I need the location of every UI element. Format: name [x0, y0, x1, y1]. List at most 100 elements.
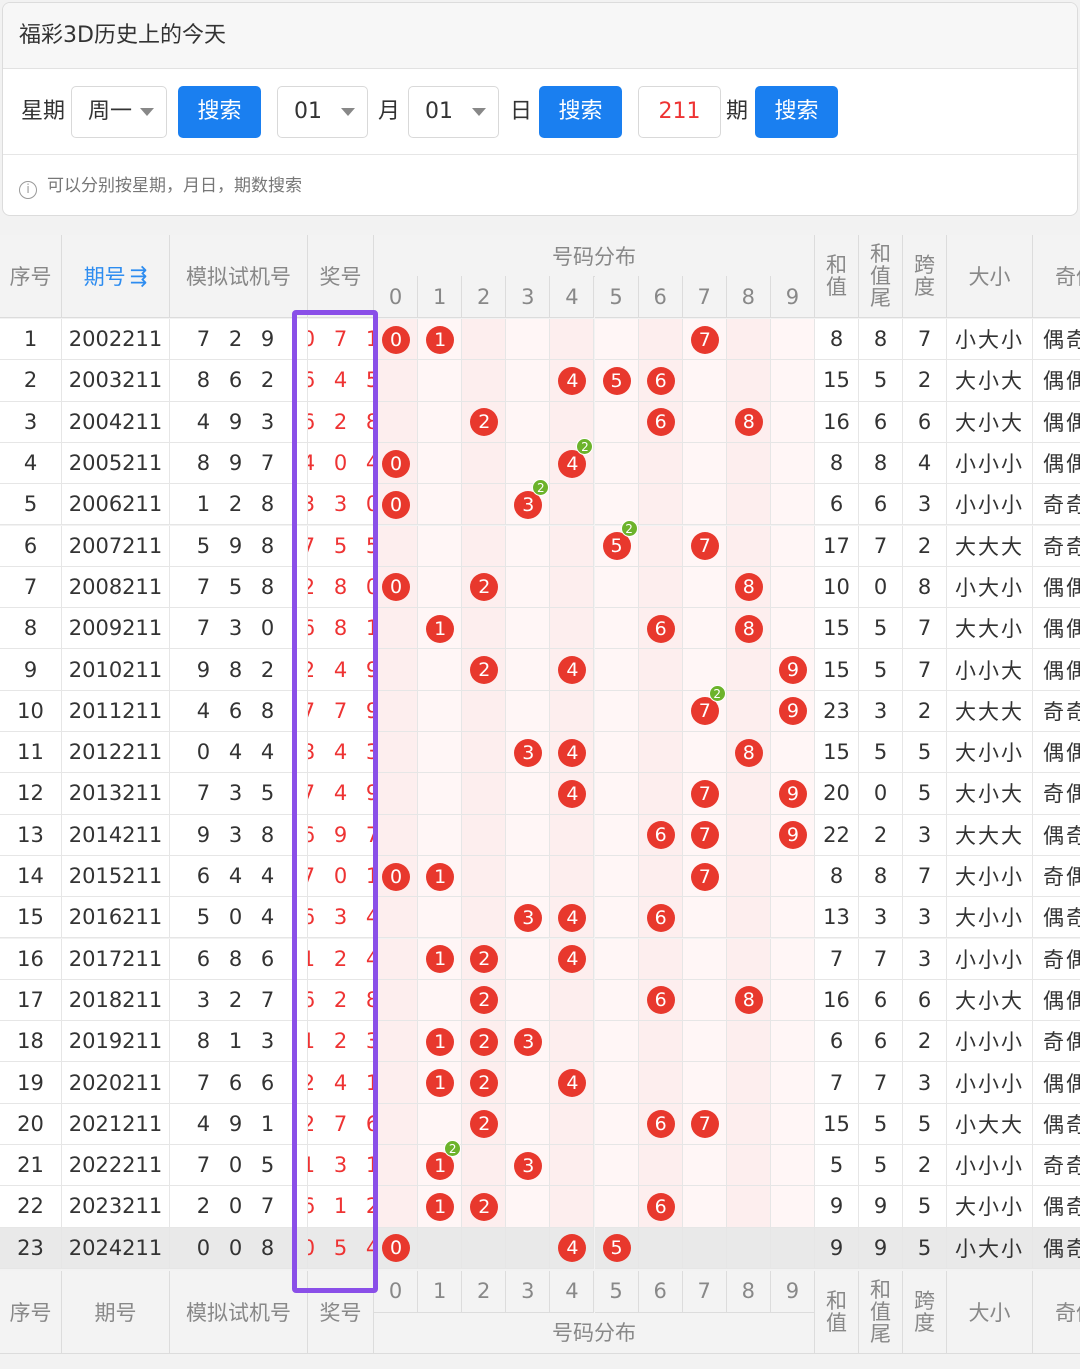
row-sum-tail: 0 — [859, 566, 903, 609]
dist-cell-1 — [418, 690, 463, 732]
dist-cell-1: 1 — [418, 608, 463, 650]
dist-cell-9 — [770, 938, 815, 980]
row-sim: 7 2 9 — [170, 319, 308, 361]
row-sum: 15 — [815, 649, 859, 691]
dist-cell-5 — [594, 1186, 639, 1228]
row-size: 小小小 — [947, 1145, 1033, 1187]
dist-cell-3: 3 — [506, 1145, 551, 1187]
row-sum-tail: 5 — [859, 1103, 903, 1145]
dist-cell-6: 6 — [638, 401, 683, 443]
row-sum-tail: 6 — [859, 979, 903, 1022]
row-sum: 13 — [815, 897, 859, 939]
row-sim: 5 0 4 — [170, 897, 308, 939]
dist-cell-1: 1 — [418, 855, 463, 898]
month-select[interactable]: 01 — [277, 86, 368, 138]
weekday-label: 星期 — [21, 99, 66, 124]
row-sum-tail: 5 — [859, 1145, 903, 1187]
number-ball: 1 — [426, 1069, 455, 1098]
dist-cell-2 — [462, 855, 507, 898]
dist-cell-1 — [418, 897, 463, 939]
dist-cell-0 — [374, 1103, 419, 1145]
header-distribution: 号码分布 — [374, 235, 815, 277]
row-sum: 7 — [815, 938, 859, 980]
chevron-down-icon — [140, 108, 154, 116]
dist-cell-5 — [594, 938, 639, 980]
search-by-weekday-button[interactable]: 搜索 — [178, 86, 261, 138]
row-prize: 3 3 0 — [308, 484, 374, 526]
row-sum: 23 — [815, 690, 859, 732]
dist-cell-6 — [638, 566, 683, 609]
row-seq: 6 — [0, 525, 62, 567]
row-prize: 2 8 0 — [308, 566, 374, 609]
header-digit-1: 1 — [418, 276, 463, 318]
dist-cell-9 — [770, 401, 815, 443]
search-by-issue-button[interactable]: 搜索 — [755, 86, 838, 138]
dist-cell-6 — [638, 484, 683, 526]
row-size: 小小小 — [947, 442, 1033, 485]
row-parity: 奇奇奇 — [1033, 525, 1080, 567]
weekday-select[interactable]: 周一 — [71, 86, 167, 138]
dist-cell-9 — [770, 442, 815, 485]
row-issue: 2005211 — [62, 442, 170, 485]
dist-cell-2: 2 — [462, 566, 507, 609]
issue-input[interactable]: 211 — [638, 86, 721, 138]
row-span: 7 — [903, 649, 947, 691]
repeat-count-badge: 2 — [708, 685, 726, 703]
row-span: 5 — [903, 1227, 947, 1269]
dist-cell-2 — [462, 484, 507, 526]
dist-cell-9 — [770, 732, 815, 774]
header-issue[interactable]: 期号 ⇶ — [62, 235, 170, 318]
dist-cell-4 — [550, 319, 595, 361]
number-ball: 4 — [558, 903, 587, 932]
dist-cell-8: 8 — [726, 608, 771, 650]
number-ball: 1 — [426, 862, 455, 891]
number-ball: 0 — [382, 325, 411, 354]
dist-cell-2 — [462, 897, 507, 939]
dist-cell-2 — [462, 319, 507, 361]
dist-cell-1: 1 — [418, 1062, 463, 1104]
search-by-date-button[interactable]: 搜索 — [539, 86, 622, 138]
dist-cell-2: 2 — [462, 1021, 507, 1063]
chevron-down-icon — [341, 108, 355, 116]
row-parity: 偶奇奇 — [1033, 814, 1080, 856]
number-ball: 6 — [646, 408, 675, 437]
header-digit-1: 1 — [418, 1270, 463, 1313]
number-ball: 2 — [470, 1110, 499, 1139]
dist-cell-0 — [374, 938, 419, 980]
row-parity: 奇偶奇 — [1033, 855, 1080, 898]
number-ball: 9 — [778, 697, 807, 726]
row-issue: 2018211 — [62, 979, 170, 1022]
dist-cell-3 — [506, 1186, 551, 1228]
number-ball: 2 — [470, 1069, 499, 1098]
dist-cell-7 — [682, 732, 727, 774]
sort-icon[interactable]: ⇶ — [130, 264, 148, 288]
number-ball: 8 — [734, 986, 763, 1015]
dist-cell-7 — [682, 1062, 727, 1104]
row-sum-tail: 7 — [859, 525, 903, 567]
row-size: 大小小 — [947, 732, 1033, 774]
dist-cell-4 — [550, 814, 595, 856]
row-seq: 10 — [0, 690, 62, 732]
row-span: 3 — [903, 938, 947, 980]
row-span: 3 — [903, 814, 947, 856]
row-span: 2 — [903, 1021, 947, 1063]
row-issue: 2020211 — [62, 1062, 170, 1104]
number-ball: 2 — [470, 986, 499, 1015]
day-select[interactable]: 01 — [408, 86, 499, 138]
number-ball: 3 — [514, 738, 543, 767]
row-parity: 偶奇偶 — [1033, 1227, 1080, 1269]
dist-cell-3 — [506, 525, 551, 567]
dist-cell-7: 7 — [682, 855, 727, 898]
dist-cell-8 — [726, 1062, 771, 1104]
row-seq: 1 — [0, 319, 62, 361]
row-span: 6 — [903, 401, 947, 443]
header-digit-3: 3 — [506, 1270, 551, 1313]
dist-cell-0 — [374, 360, 419, 402]
dist-cell-3 — [506, 1227, 551, 1269]
dist-cell-0: 0 — [374, 484, 419, 526]
row-issue: 2011211 — [62, 690, 170, 732]
dist-cell-4: 4 — [550, 897, 595, 939]
row-sim: 7 0 5 — [170, 1145, 308, 1187]
row-parity: 偶奇偶 — [1033, 1103, 1080, 1145]
row-prize: 6 9 7 — [308, 814, 374, 856]
